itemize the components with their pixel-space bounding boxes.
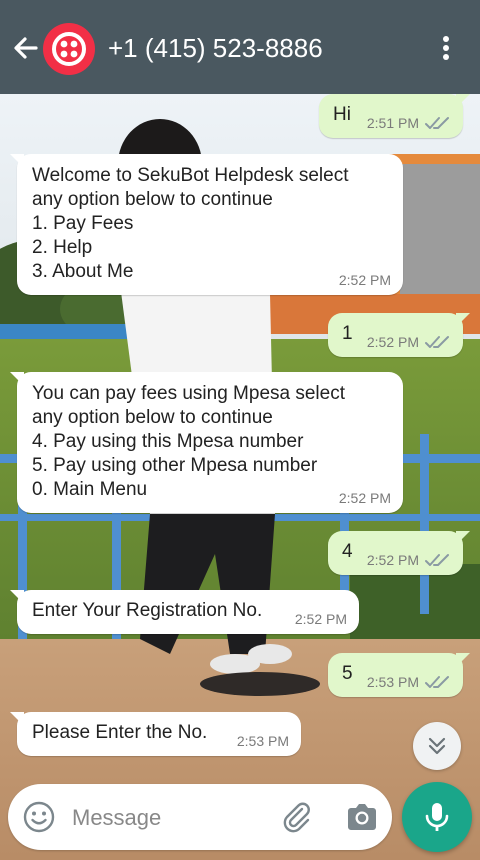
bubble-tail-icon xyxy=(10,154,24,168)
message-meta: 2:51 PM xyxy=(367,115,451,131)
bubble-tail-icon xyxy=(456,531,470,545)
bubble-tail-icon xyxy=(456,313,470,327)
mic-icon xyxy=(425,803,449,831)
message-incoming[interactable]: You can pay fees using Mpesa select any … xyxy=(10,372,403,513)
message-text: 5 xyxy=(342,663,353,684)
message-meta: 2:52 PM xyxy=(339,272,391,288)
double-check-icon xyxy=(425,676,449,688)
message-outgoing[interactable]: 4 2:52 PM xyxy=(328,531,470,575)
double-chevron-down-icon xyxy=(428,737,446,755)
message-time: 2:52 PM xyxy=(366,334,419,350)
double-check-icon xyxy=(425,336,449,348)
message-text: Welcome to SekuBot Helpdesk select any o… xyxy=(32,165,349,282)
bubble-tail-icon xyxy=(456,653,470,667)
message-outgoing[interactable]: 1 2:52 PM xyxy=(328,313,470,357)
message-time: 2:52 PM xyxy=(294,611,347,627)
message-time: 2:52 PM xyxy=(366,552,419,568)
message-text: Please Enter the No. xyxy=(32,722,208,743)
message-text: 4 xyxy=(342,541,353,562)
message-outgoing[interactable]: Hi 2:51 PM xyxy=(319,94,470,138)
more-vert-icon[interactable] xyxy=(430,32,462,64)
message-text: Hi xyxy=(333,104,351,125)
double-check-icon xyxy=(425,117,449,129)
bubble-tail-icon xyxy=(10,372,24,386)
message-incoming[interactable]: Please Enter the No. 2:53 PM xyxy=(10,712,301,756)
message-text: Enter Your Registration No. xyxy=(32,600,263,621)
paperclip-icon[interactable] xyxy=(280,800,314,834)
bubble-tail-icon xyxy=(10,712,24,726)
scroll-to-bottom-button[interactable] xyxy=(413,722,461,770)
bubble-tail-icon xyxy=(10,590,24,604)
emoji-icon[interactable] xyxy=(22,800,56,834)
message-meta: 2:52 PM xyxy=(367,552,451,568)
message-text: You can pay fees using Mpesa select any … xyxy=(32,383,345,500)
message-composer xyxy=(8,784,392,850)
message-meta: 2:53 PM xyxy=(367,674,451,690)
message-text: 1 xyxy=(342,323,353,344)
voice-record-button[interactable] xyxy=(402,782,472,852)
double-check-icon xyxy=(425,554,449,566)
message-meta: 2:52 PM xyxy=(367,334,451,350)
message-input[interactable] xyxy=(70,802,274,834)
message-time: 2:53 PM xyxy=(366,674,419,690)
bubble-tail-icon xyxy=(456,94,470,108)
message-incoming[interactable]: Enter Your Registration No. 2:52 PM xyxy=(10,590,359,634)
message-time: 2:51 PM xyxy=(366,115,419,131)
camera-icon[interactable] xyxy=(344,800,380,834)
message-meta: 2:52 PM xyxy=(339,490,391,506)
chat-header: +1 (415) 523-8886 xyxy=(0,0,480,94)
message-time: 2:52 PM xyxy=(338,490,391,506)
message-meta: 2:53 PM xyxy=(237,733,289,749)
message-incoming[interactable]: Welcome to SekuBot Helpdesk select any o… xyxy=(10,154,403,295)
arrow-left-icon[interactable] xyxy=(8,30,44,66)
twilio-logo-icon[interactable] xyxy=(43,23,95,75)
message-time: 2:52 PM xyxy=(338,272,391,288)
message-meta: 2:52 PM xyxy=(295,611,347,627)
message-time: 2:53 PM xyxy=(236,733,289,749)
message-outgoing[interactable]: 5 2:53 PM xyxy=(328,653,470,697)
contact-name[interactable]: +1 (415) 523-8886 xyxy=(108,31,323,65)
